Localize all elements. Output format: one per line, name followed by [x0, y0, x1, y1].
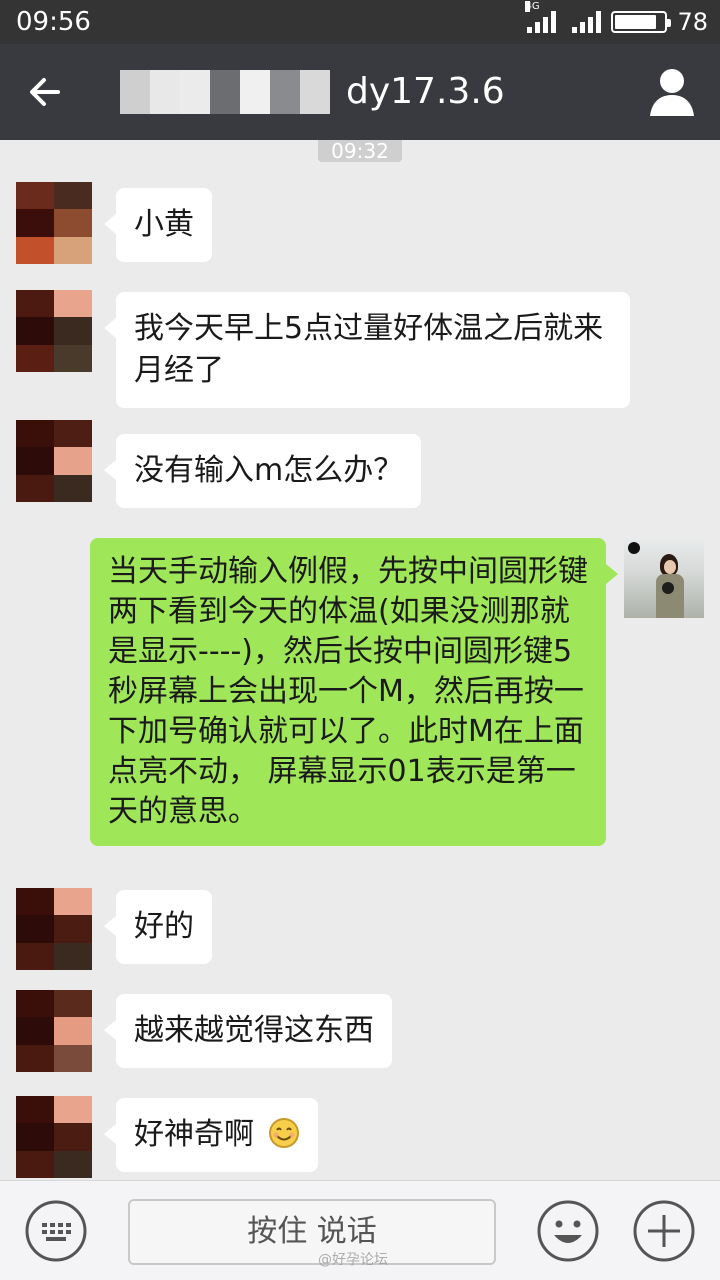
contact-avatar[interactable] — [16, 420, 92, 502]
watermark: @好孕论坛 — [318, 1252, 388, 1268]
chat-title-text: dy17.3.6 — [346, 71, 505, 112]
battery-icon — [611, 11, 672, 33]
person-icon — [650, 69, 694, 116]
message-bubble[interactable]: 小黄 — [104, 188, 212, 262]
wifi-signal-icon — [572, 11, 602, 33]
message-bubble[interactable]: 没有输入m怎么办？ — [103, 434, 422, 508]
blurred-name — [120, 70, 330, 114]
message-text: 当天手动输入例假，先按中间圆形键两下看到今天的体温(如果没测那就是显示----)… — [108, 554, 588, 829]
hold-to-talk-button[interactable]: 按住 说话 — [128, 1199, 496, 1265]
message-bubble[interactable]: 越来越觉得这东西 — [104, 994, 392, 1068]
message-bubble[interactable]: 好神奇啊 — [104, 1098, 318, 1172]
keyboard-icon — [25, 1200, 87, 1262]
title-bar: dy17.3.6 — [0, 44, 720, 140]
profile-button[interactable] — [648, 66, 696, 118]
more-options-button[interactable] — [632, 1199, 696, 1263]
message-bubble[interactable]: 好的 — [104, 890, 212, 964]
status-time: 09:56 — [16, 7, 91, 37]
my-avatar[interactable] — [624, 538, 704, 618]
contact-avatar[interactable] — [16, 182, 92, 264]
plus-icon — [633, 1200, 695, 1262]
contact-avatar[interactable] — [16, 888, 92, 970]
battery-level: 78 — [677, 8, 708, 36]
smiley-emoji-icon — [268, 1118, 299, 1148]
message-text: 越来越觉得这东西 — [134, 1013, 374, 1048]
message-bubble[interactable]: 我今天早上5点过量好体温之后就来月经了 — [104, 292, 630, 408]
contact-avatar[interactable] — [16, 990, 92, 1072]
back-arrow-icon — [30, 78, 60, 106]
network-type-label: 4G — [525, 1, 540, 12]
message-timestamp: 09:32 — [318, 140, 402, 162]
status-icons: 4G 78 — [525, 1, 708, 38]
message-text: 小黄 — [134, 207, 194, 242]
cellular-signal-icon: 4G — [525, 1, 557, 33]
chat-title: dy17.3.6 — [120, 70, 600, 114]
emoji-button[interactable] — [536, 1199, 600, 1263]
message-text: 好的 — [134, 909, 194, 944]
message-text: 我今天早上5点过量好体温之后就来月经了 — [134, 311, 604, 388]
message-text: 没有输入m怎么办？ — [134, 453, 404, 488]
contact-avatar[interactable] — [16, 290, 92, 372]
contact-avatar[interactable] — [16, 1096, 92, 1178]
back-button[interactable] — [22, 68, 78, 116]
chat-area[interactable]: 09:32 小黄 我今天早上5点过量好体温之后就来月经了 没有输入m怎么办？ 当… — [0, 140, 720, 1180]
emoji-icon — [537, 1200, 599, 1262]
input-bar: 按住 说话 @好孕论坛 — [0, 1180, 720, 1280]
outgoing-message-bubble[interactable]: 当天手动输入例假，先按中间圆形键两下看到今天的体温(如果没测那就是显示----)… — [90, 538, 618, 846]
status-bar: 09:56 4G 78 — [0, 0, 720, 44]
message-text: 好神奇啊 — [134, 1117, 254, 1152]
keyboard-toggle-button[interactable] — [24, 1199, 88, 1263]
